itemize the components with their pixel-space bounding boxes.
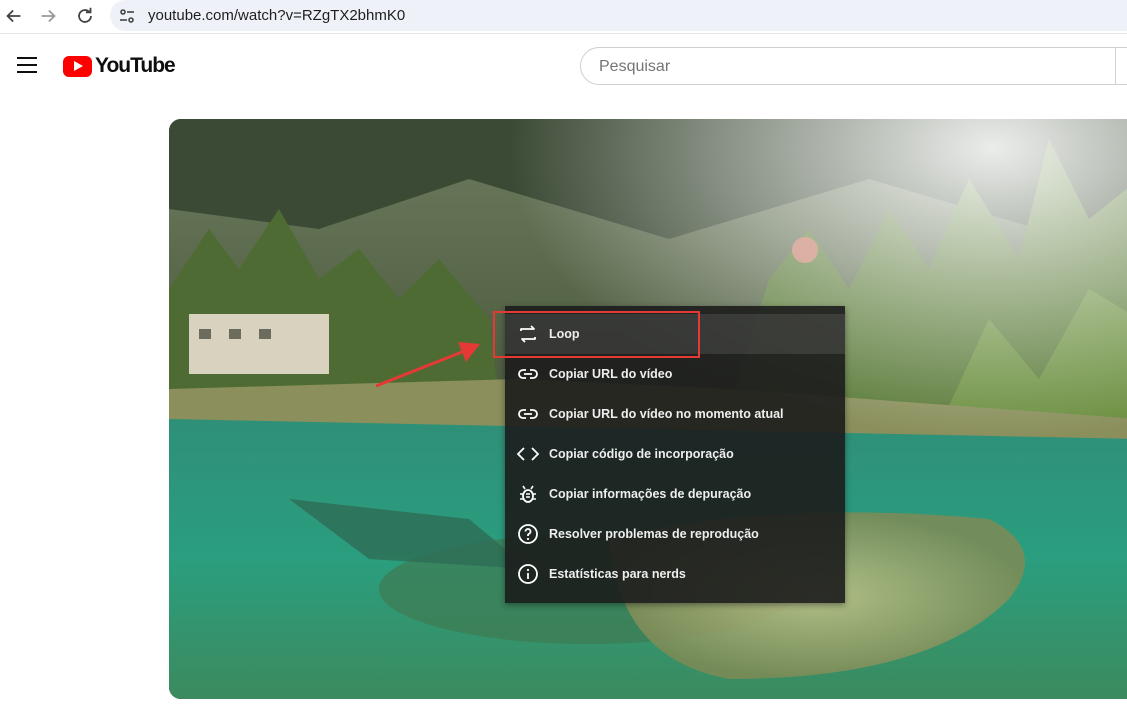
menu-item-troubleshoot[interactable]: Resolver problemas de reprodução [505,514,845,554]
address-bar[interactable]: youtube.com/watch?v=RZgTX2bhmK0 [110,0,1127,31]
bug-icon [516,482,540,506]
link-icon [516,402,540,426]
menu-item-label: Resolver problemas de reprodução [549,527,759,541]
search-divider [1115,48,1116,84]
code-icon [516,442,540,466]
menu-item-label: Estatísticas para nerds [549,567,686,581]
annotation-arrow-icon [375,342,480,388]
back-icon[interactable] [3,5,25,27]
menu-item-label: Copiar informações de depuração [549,487,752,501]
annotation-highlight-box [493,311,700,358]
menu-item-copy-embed[interactable]: Copiar código de incorporação [505,434,845,474]
logo-text: YouTube [95,54,176,77]
menu-item-label: Copiar URL do vídeo no momento atual [549,407,784,421]
menu-item-copy-url-time[interactable]: Copiar URL do vídeo no momento atual [505,394,845,434]
site-info-icon[interactable] [118,7,136,25]
browser-toolbar: youtube.com/watch?v=RZgTX2bhmK0 [0,0,1127,34]
search-box[interactable] [580,47,1127,85]
reload-icon[interactable] [74,5,96,27]
menu-item-copy-url[interactable]: Copiar URL do vídeo [505,354,845,394]
youtube-play-icon [63,56,92,77]
search-input[interactable] [597,56,1101,78]
menu-item-label: Copiar URL do vídeo [549,367,673,381]
info-icon [516,562,540,586]
link-icon [516,362,540,386]
url-text[interactable]: youtube.com/watch?v=RZgTX2bhmK0 [148,7,405,24]
menu-icon[interactable] [17,57,37,75]
help-icon [516,522,540,546]
menu-item-copy-debug[interactable]: Copiar informações de depuração [505,474,845,514]
menu-item-label: Copiar código de incorporação [549,447,734,461]
menu-item-stats-for-nerds[interactable]: Estatísticas para nerds [505,554,845,594]
forward-icon[interactable] [37,5,59,27]
